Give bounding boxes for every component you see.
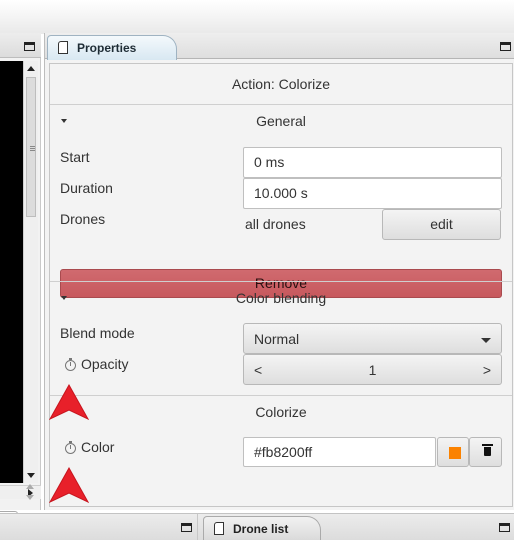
divider xyxy=(50,281,512,282)
opacity-label: Opacity xyxy=(81,356,129,372)
scrollbar-thumb[interactable] xyxy=(26,77,36,217)
document-icon xyxy=(58,41,68,54)
increment-button[interactable]: > xyxy=(483,362,491,378)
left-panel-tabbar xyxy=(0,33,41,58)
maximize-icon[interactable] xyxy=(24,42,35,51)
drones-value: all drones xyxy=(245,216,306,232)
color-label: Color xyxy=(81,439,115,455)
chevron-down-icon[interactable] xyxy=(26,495,34,500)
duration-field[interactable]: 10.000 s xyxy=(243,178,502,209)
divider xyxy=(197,514,198,540)
vertical-scrollbar[interactable] xyxy=(23,61,38,483)
horizontal-scrollbar[interactable] xyxy=(0,485,41,499)
duration-label: Duration xyxy=(60,180,113,196)
opacity-value: 1 xyxy=(368,362,377,378)
maximize-icon[interactable] xyxy=(499,523,510,532)
section-colorize-title[interactable]: Colorize xyxy=(50,404,512,420)
divider xyxy=(50,104,512,105)
properties-panel: Properties Action: Colorize General Star… xyxy=(44,33,514,510)
color-swatch xyxy=(449,447,461,459)
drones-label: Drones xyxy=(60,211,106,227)
color-hex-field[interactable]: #fb8200ff xyxy=(243,437,436,467)
delete-color-button[interactable] xyxy=(469,437,502,467)
section-general-title[interactable]: General xyxy=(50,113,512,129)
red-arrow-pointer-icon xyxy=(49,467,89,503)
trash-icon xyxy=(482,444,493,456)
tab-drone-list-label: Drone list xyxy=(233,522,289,536)
window-top-edge xyxy=(0,0,514,34)
divider xyxy=(50,395,512,396)
preview-canvas[interactable] xyxy=(0,61,23,483)
start-label: Start xyxy=(60,149,90,165)
scroll-up-icon[interactable] xyxy=(27,66,35,71)
red-arrow-pointer-icon xyxy=(49,384,89,420)
properties-content: Action: Colorize General Start 0 ms Dura… xyxy=(49,63,513,507)
opacity-spinner[interactable]: < 1 > xyxy=(243,354,502,385)
action-title: Action: Colorize xyxy=(231,76,331,92)
blend-mode-value: Normal xyxy=(254,331,300,347)
color-picker-button[interactable] xyxy=(437,437,469,467)
tab-drone-list[interactable]: Drone list xyxy=(203,516,321,540)
chevron-up-icon[interactable] xyxy=(26,484,34,489)
bottom-tabbar: Drone list xyxy=(0,513,514,540)
maximize-icon[interactable] xyxy=(500,42,511,51)
maximize-icon[interactable] xyxy=(181,523,192,532)
properties-tabbar: Properties xyxy=(45,33,514,60)
edit-drones-button[interactable]: edit xyxy=(382,209,501,240)
blend-mode-label: Blend mode xyxy=(60,325,135,341)
tab-properties[interactable]: Properties xyxy=(47,35,177,60)
left-panel xyxy=(0,33,41,533)
stopwatch-icon[interactable] xyxy=(65,358,76,371)
chevron-down-icon xyxy=(481,338,491,343)
stopwatch-icon[interactable] xyxy=(65,441,76,454)
scroll-down-icon[interactable] xyxy=(27,473,35,478)
section-color-blending-title[interactable]: Color blending xyxy=(50,290,512,306)
document-icon xyxy=(214,522,224,535)
blend-mode-select[interactable]: Normal xyxy=(243,323,502,354)
tab-properties-label: Properties xyxy=(77,41,137,55)
start-field[interactable]: 0 ms xyxy=(243,147,502,178)
